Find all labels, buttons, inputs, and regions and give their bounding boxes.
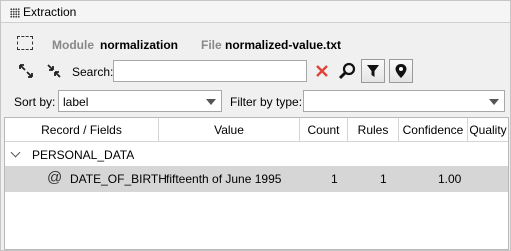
chevron-down-icon xyxy=(206,99,216,105)
sort-by-select[interactable]: label xyxy=(58,90,222,112)
record-count: 1 xyxy=(331,172,338,186)
record-confidence: 1.00 xyxy=(438,172,462,186)
panel-title: Extraction xyxy=(23,5,77,19)
sort-by-value: label xyxy=(63,95,89,109)
column-header-record-fields[interactable]: Record / Fields xyxy=(5,118,159,142)
search-label: Search: xyxy=(72,65,114,79)
extraction-panel: Extraction Module normalization File nor… xyxy=(0,0,511,251)
file-value: normalized-value.txt xyxy=(225,38,342,52)
module-label: Module xyxy=(52,38,94,52)
selection-icon[interactable] xyxy=(17,36,33,50)
record-value: fifteenth of June 1995 xyxy=(166,172,282,186)
column-header-value[interactable]: Value xyxy=(159,118,300,142)
sort-by-label: Sort by: xyxy=(14,95,56,109)
drag-grip-icon[interactable] xyxy=(10,8,20,18)
location-pin-button[interactable] xyxy=(389,59,413,83)
filter-button[interactable] xyxy=(361,59,385,83)
filter-by-type-select[interactable] xyxy=(303,90,505,112)
expand-all-icon[interactable] xyxy=(16,61,36,81)
column-header-rules[interactable]: Rules xyxy=(348,118,399,142)
record-name: DATE_OF_BIRTH xyxy=(70,172,167,186)
table-header: Record / Fields Value Count Rules Confid… xyxy=(5,118,508,142)
column-header-confidence[interactable]: Confidence xyxy=(399,118,468,142)
column-header-count[interactable]: Count xyxy=(300,118,348,142)
record-rules: 1 xyxy=(380,172,387,186)
file-label: File xyxy=(201,38,222,52)
chevron-down-icon xyxy=(489,99,499,105)
search-input[interactable] xyxy=(113,60,307,82)
panel-titlebar[interactable]: Extraction xyxy=(1,1,510,23)
clear-search-icon[interactable] xyxy=(312,61,332,81)
module-value: normalization xyxy=(100,38,179,52)
at-sign-icon: @ xyxy=(47,169,63,186)
search-icon[interactable] xyxy=(337,61,357,81)
group-label: PERSONAL_DATA xyxy=(32,148,135,162)
funnel-icon xyxy=(367,65,379,77)
filter-by-type-label: Filter by type: xyxy=(230,95,303,109)
chevron-down-icon[interactable] xyxy=(10,147,21,158)
map-pin-icon xyxy=(395,64,407,78)
records-table: Record / Fields Value Count Rules Confid… xyxy=(4,117,509,250)
table-row[interactable]: @ DATE_OF_BIRTH fifteenth of June 1995 1… xyxy=(5,166,508,192)
collapse-all-icon[interactable] xyxy=(44,61,64,81)
column-header-quality[interactable]: Quality xyxy=(468,118,508,142)
tree-group-row[interactable]: PERSONAL_DATA xyxy=(5,143,508,166)
